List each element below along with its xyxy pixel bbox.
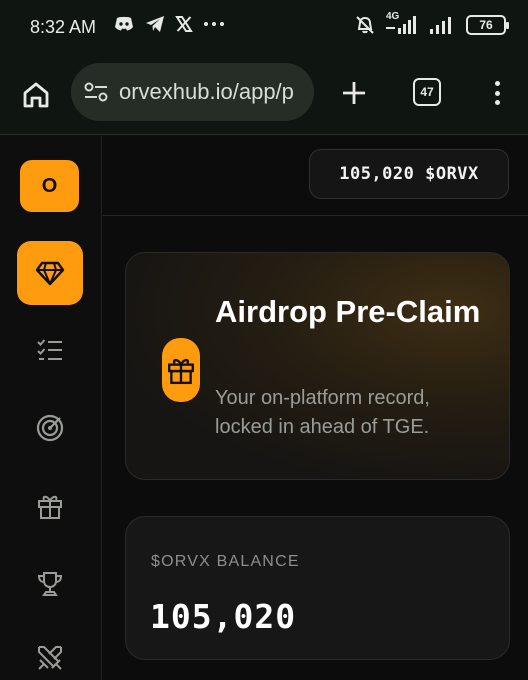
radar-icon bbox=[36, 414, 64, 442]
discord-icon bbox=[115, 16, 133, 31]
status-bar: 8:32 AM 4G 76 bbox=[0, 0, 528, 60]
tab-count: 47 bbox=[420, 85, 434, 99]
browser-toolbar: orvexhub.io/app/p 47 bbox=[0, 60, 528, 135]
balance-label: $ORVX BALANCE bbox=[151, 553, 300, 570]
signal-icon bbox=[430, 17, 451, 34]
notification-icons bbox=[113, 15, 225, 33]
url-text[interactable]: orvexhub.io/app/p bbox=[119, 79, 294, 105]
sidebar-item-airdrop[interactable] bbox=[17, 241, 83, 305]
x-icon bbox=[175, 16, 193, 32]
system-icons: 4G 76 bbox=[354, 11, 509, 36]
gift-icon bbox=[38, 495, 62, 519]
swords-icon bbox=[38, 646, 62, 670]
more-dots-icon bbox=[204, 22, 224, 26]
sidebar-item-leaderboard[interactable] bbox=[30, 564, 70, 604]
signal-4g-icon: 4G bbox=[384, 11, 420, 36]
page-subtitle: Your on-platform record, locked in ahead… bbox=[215, 387, 430, 438]
airdrop-hero-card: Airdrop Pre-Claim Your on-platform recor… bbox=[125, 252, 510, 480]
tab-switcher-button[interactable]: 47 bbox=[413, 78, 441, 106]
mute-bell-icon bbox=[356, 16, 374, 34]
site-settings-icon[interactable] bbox=[83, 81, 109, 103]
avatar[interactable]: O bbox=[20, 160, 79, 212]
sidebar-item-battle[interactable] bbox=[30, 638, 70, 678]
checklist-icon bbox=[37, 339, 62, 360]
page-title: Airdrop Pre-Claim bbox=[215, 294, 481, 329]
trophy-icon bbox=[37, 572, 63, 596]
telegram-icon bbox=[146, 16, 164, 32]
avatar-initial: O bbox=[41, 174, 58, 197]
browser-menu-icon[interactable] bbox=[487, 78, 507, 108]
sidebar-item-rewards[interactable] bbox=[30, 486, 70, 526]
top-bar: 105,020 $ORVX bbox=[103, 136, 528, 216]
home-icon[interactable] bbox=[21, 80, 51, 110]
balance-value: 105,020 bbox=[150, 597, 297, 636]
gift-icon bbox=[168, 358, 194, 385]
address-bar[interactable]: orvexhub.io/app/p bbox=[71, 63, 314, 121]
sidebar-item-radar[interactable] bbox=[30, 408, 70, 448]
sidebar-item-tasks[interactable] bbox=[30, 330, 70, 370]
new-tab-icon[interactable] bbox=[339, 78, 369, 108]
header-balance-pill[interactable]: 105,020 $ORVX bbox=[309, 149, 509, 199]
sidebar: O bbox=[0, 136, 102, 680]
diamond-icon bbox=[35, 261, 65, 286]
gift-badge bbox=[162, 338, 200, 402]
balance-card: $ORVX BALANCE 105,020 bbox=[125, 516, 510, 660]
battery-icon: 76 bbox=[466, 15, 509, 35]
main-content: 105,020 $ORVX Airdrop Pre-Claim Your on-… bbox=[103, 136, 528, 680]
battery-level: 76 bbox=[479, 18, 493, 32]
clock: 8:32 AM bbox=[30, 17, 97, 37]
